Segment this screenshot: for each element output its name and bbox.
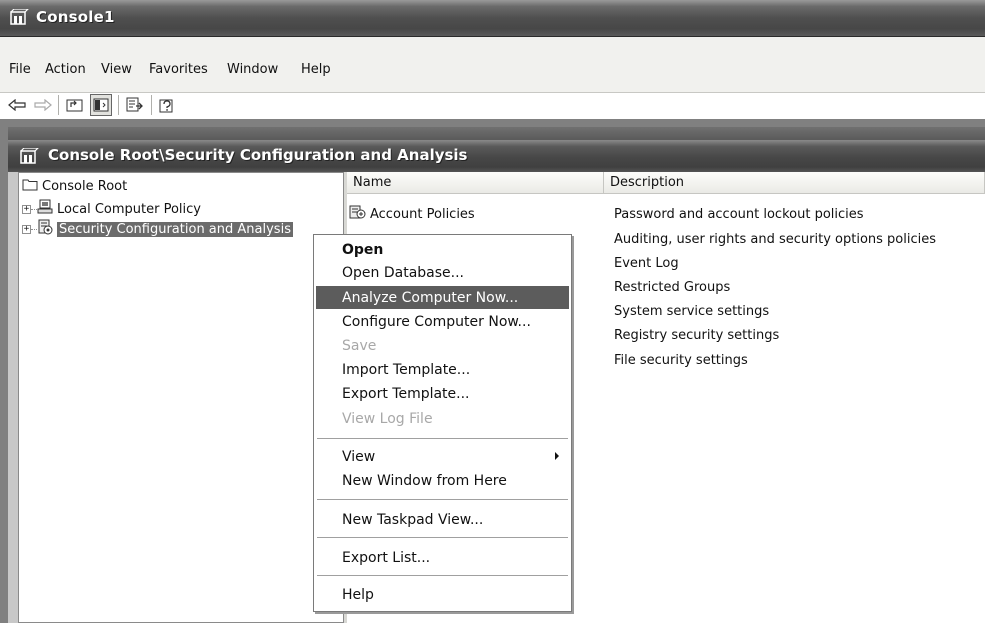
tree-item-local-computer-policy[interactable]: + Local Computer Policy: [22, 199, 201, 219]
help-icon[interactable]: [156, 94, 178, 116]
tree-item-console-root[interactable]: Console Root: [22, 177, 127, 195]
menu-item-new-taskpad-view[interactable]: New Taskpad View...: [316, 508, 569, 531]
title-bar[interactable]: Console1: [0, 0, 985, 37]
menu-separator: [317, 537, 568, 538]
console-tree[interactable]: Console Root + Local Computer Policy + S…: [18, 172, 344, 623]
export-list-icon[interactable]: [124, 94, 146, 116]
menu-item-export-list[interactable]: Export List...: [316, 546, 569, 569]
list-row-account-policies[interactable]: Account Policies: [349, 203, 475, 225]
list-item-description: Registry security settings: [614, 327, 780, 343]
folder-icon: [22, 178, 38, 195]
menu-file[interactable]: File: [8, 62, 32, 77]
list-item-description: Restricted Groups: [614, 279, 731, 295]
toolbar-separator: [118, 95, 119, 115]
list-item-description: System service settings: [614, 303, 770, 319]
window-title: Console1: [36, 8, 115, 26]
menu-item-label: View: [342, 448, 376, 465]
tree-item-label: Console Root: [42, 178, 128, 194]
menu-help[interactable]: Help: [300, 62, 332, 77]
list-item-description: File security settings: [614, 352, 748, 368]
toolbar-separator: [151, 95, 152, 115]
expand-icon[interactable]: +: [22, 224, 31, 234]
list-item-name: Account Policies: [370, 206, 475, 222]
tree-item-label: Local Computer Policy: [57, 201, 201, 217]
menu-separator: [317, 499, 568, 500]
security-config-icon: [37, 219, 53, 239]
list-item-description: Event Log: [614, 255, 679, 271]
menu-item-save: Save: [342, 337, 377, 354]
menu-item-help[interactable]: Help: [316, 583, 569, 606]
back-icon[interactable]: [6, 94, 28, 116]
menu-separator: [317, 438, 568, 439]
menu-item-configure-computer-now[interactable]: Configure Computer Now...: [316, 310, 569, 333]
list-item-description: Auditing, user rights and security optio…: [614, 231, 936, 247]
submenu-arrow-icon: [555, 452, 559, 460]
tree-item-security-configuration[interactable]: + Security Configuration and Analysis: [22, 219, 293, 239]
column-header-name[interactable]: Name: [347, 172, 604, 194]
show-hide-tree-icon[interactable]: [90, 94, 112, 116]
menu-window[interactable]: Window: [226, 62, 279, 77]
mmc-console-icon: [20, 147, 40, 170]
menu-item-open-database[interactable]: Open Database...: [316, 261, 569, 284]
menu-item-import-template[interactable]: Import Template...: [316, 358, 569, 381]
mmc-console-icon: [10, 8, 30, 31]
menu-item-export-template[interactable]: Export Template...: [316, 382, 569, 405]
up-one-level-icon[interactable]: [64, 94, 86, 116]
menu-item-analyze-computer-now[interactable]: Analyze Computer Now...: [316, 286, 569, 309]
policy-folder-icon: [349, 204, 367, 224]
menu-view[interactable]: View: [100, 62, 133, 77]
menu-favorites[interactable]: Favorites: [148, 62, 209, 77]
menu-item-view-log-file: View Log File: [342, 410, 433, 427]
child-window-frame: [8, 127, 985, 140]
policy-computer-icon: [37, 199, 53, 219]
child-window-title: Console Root\Security Configuration and …: [48, 146, 468, 164]
toolbar-separator: [58, 95, 59, 115]
expand-icon[interactable]: +: [22, 204, 31, 214]
child-window-title-bar[interactable]: Console Root\Security Configuration and …: [8, 140, 985, 172]
list-item-description: Password and account lockout policies: [614, 206, 864, 222]
tree-item-label-selected: Security Configuration and Analysis: [57, 221, 293, 237]
menu-action[interactable]: Action: [44, 62, 87, 77]
column-header-description[interactable]: Description: [604, 172, 985, 194]
menu-item-open[interactable]: Open: [316, 238, 569, 261]
context-menu[interactable]: Open Open Database... Analyze Computer N…: [313, 234, 572, 612]
menu-item-view[interactable]: View: [316, 445, 569, 468]
menu-separator: [317, 575, 568, 576]
toolbar-divider: [0, 92, 985, 93]
forward-icon[interactable]: [32, 94, 54, 116]
menu-item-new-window-from-here[interactable]: New Window from Here: [316, 469, 569, 492]
child-window-frame: [8, 172, 18, 623]
